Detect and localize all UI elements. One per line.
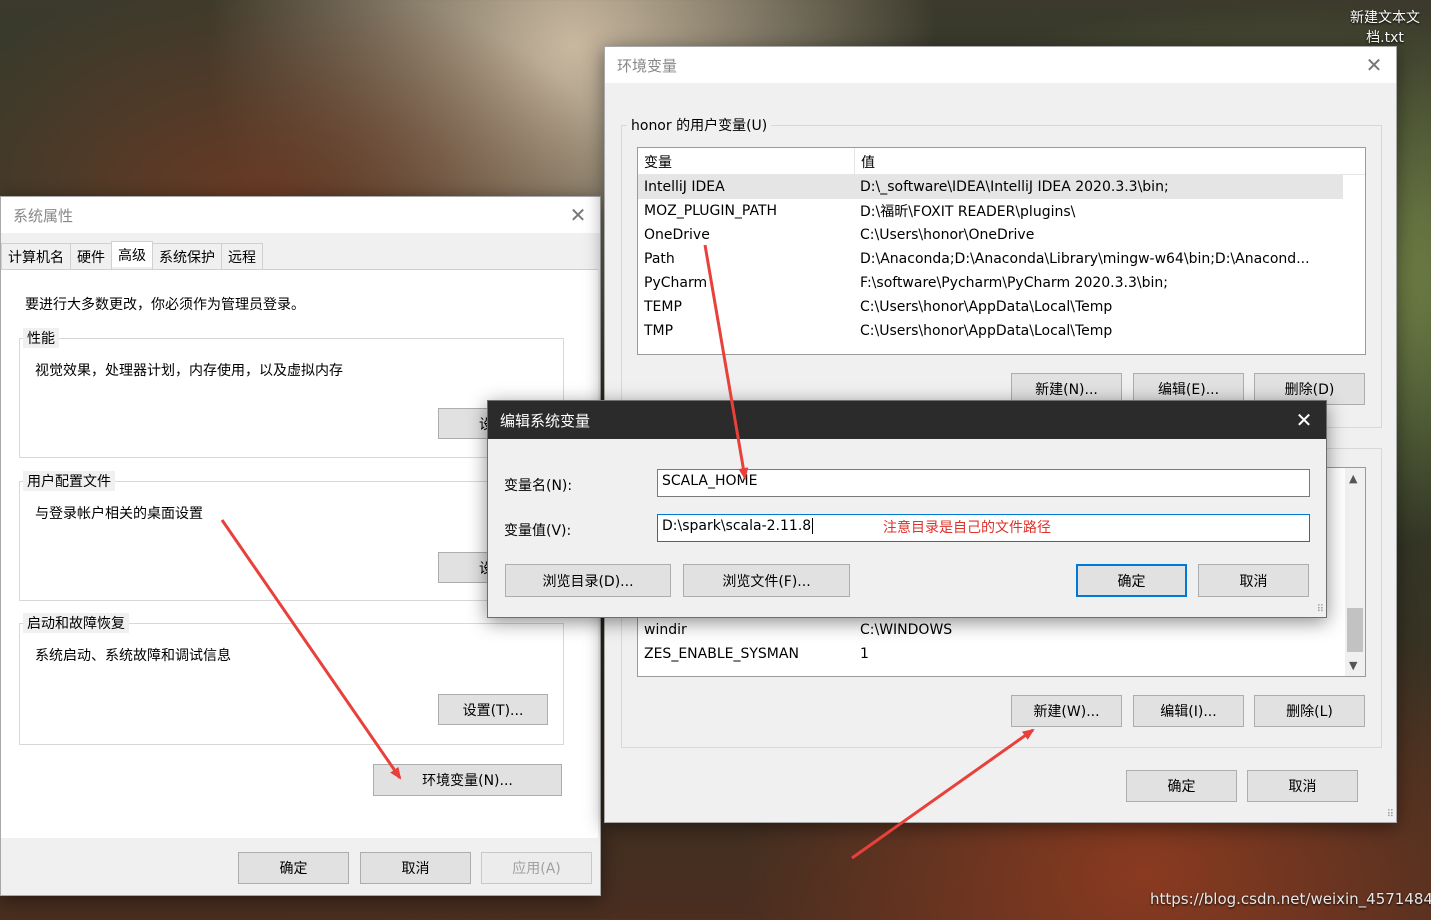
cancel-button[interactable]: 取消: [360, 852, 471, 884]
list-item[interactable]: OneDrive C:\Users\honor\OneDrive: [638, 223, 1343, 247]
window-title: 环境变量: [617, 56, 678, 75]
startup-settings-button[interactable]: 设置(T)...: [438, 694, 548, 725]
vertical-scrollbar[interactable]: ▲ ▼: [1345, 468, 1365, 676]
admin-note: 要进行大多数更改，你必须作为管理员登录。: [25, 297, 305, 313]
variable-name-input[interactable]: SCALA_HOME: [657, 469, 1310, 497]
cancel-button[interactable]: 取消: [1198, 564, 1309, 597]
tab-computer-name[interactable]: 计算机名: [1, 243, 71, 269]
desktop-file-icon-label[interactable]: 新建文本文档.txt: [1340, 8, 1430, 48]
variable-value-text: D:\spark\scala-2.11.8: [662, 518, 812, 534]
list-item[interactable]: Path D:\Anaconda;D:\Anaconda\Library\ming…: [638, 247, 1343, 271]
scrollbar-thumb[interactable]: [1347, 608, 1363, 652]
window-title: 系统属性: [13, 206, 74, 225]
startup-recovery-desc: 系统启动、系统故障和调试信息: [35, 648, 231, 664]
system-delete-button[interactable]: 删除(L): [1254, 695, 1365, 727]
ok-button[interactable]: 确定: [1076, 564, 1187, 597]
user-variables-group-label: honor 的用户变量(U): [627, 115, 772, 135]
ok-button[interactable]: 确定: [238, 852, 349, 884]
user-variables-list[interactable]: 变量 值 IntelliJ IDEA D:\_software\IDEA\Inte…: [637, 147, 1366, 355]
user-profile-group: [19, 481, 564, 601]
startup-recovery-group: [19, 623, 564, 745]
tab-remote[interactable]: 远程: [221, 243, 263, 269]
user-profile-desc: 与登录帐户相关的桌面设置: [35, 506, 203, 522]
watermark: https://blog.csdn.net/weixin_45714844: [1150, 890, 1431, 908]
apply-button[interactable]: 应用(A): [481, 852, 592, 884]
close-icon[interactable]: ✕: [556, 197, 600, 233]
variable-value-label: 变量值(V):: [504, 523, 572, 539]
environment-variables-button[interactable]: 环境变量(N)...: [373, 764, 562, 796]
system-new-button[interactable]: 新建(W)...: [1011, 695, 1122, 727]
variable-name-label: 变量名(N):: [504, 478, 573, 494]
list-header: 变量 值: [638, 148, 1365, 175]
list-item[interactable]: ZES_ENABLE_SYSMAN 1: [638, 642, 1343, 666]
scroll-up-icon[interactable]: ▲: [1349, 472, 1357, 485]
tab-hardware[interactable]: 硬件: [70, 243, 112, 269]
resize-grip-icon[interactable]: ⠿: [1387, 809, 1394, 820]
close-icon[interactable]: ✕: [1352, 47, 1396, 83]
list-body: IntelliJ IDEA D:\_software\IDEA\IntelliJ …: [638, 175, 1343, 343]
list-item[interactable]: PyCharm F:\software\Pycharm\PyCharm 2020.…: [638, 271, 1343, 295]
annotation-note: 注意目录是自己的文件路径: [883, 520, 1051, 536]
user-profile-group-label: 用户配置文件: [23, 471, 115, 491]
cancel-button[interactable]: 取消: [1247, 770, 1358, 802]
column-header-value[interactable]: 值: [855, 148, 881, 174]
tab-bar: 计算机名 硬件 高级 系统保护 远程: [1, 241, 263, 269]
tab-advanced[interactable]: 高级: [111, 241, 153, 267]
scroll-down-icon[interactable]: ▼: [1349, 659, 1357, 672]
list-item[interactable]: MOZ_PLUGIN_PATH D:\福昕\FOXIT READER\plugin…: [638, 199, 1343, 223]
list-item[interactable]: IntelliJ IDEA D:\_software\IDEA\IntelliJ …: [638, 175, 1343, 199]
browse-directory-button[interactable]: 浏览目录(D)...: [505, 564, 671, 597]
edit-system-variable-dialog: 编辑系统变量 ✕ 变量名(N): SCALA_HOME 变量值(V): D:\s…: [487, 400, 1327, 618]
performance-desc: 视觉效果，处理器计划，内存使用，以及虚拟内存: [35, 363, 343, 379]
ok-button[interactable]: 确定: [1126, 770, 1237, 802]
list-item[interactable]: TEMP C:\Users\honor\AppData\Local\Temp: [638, 295, 1343, 319]
performance-group: [19, 338, 564, 458]
titlebar: 编辑系统变量 ✕: [488, 401, 1326, 439]
performance-group-label: 性能: [23, 328, 59, 348]
close-icon[interactable]: ✕: [1282, 401, 1326, 439]
resize-grip-icon[interactable]: ⠿: [1317, 604, 1324, 615]
tab-system-protection[interactable]: 系统保护: [152, 243, 222, 269]
column-header-variable[interactable]: 变量: [638, 148, 855, 174]
system-edit-button[interactable]: 编辑(I)...: [1133, 695, 1244, 727]
list-item[interactable]: TMP C:\Users\honor\AppData\Local\Temp: [638, 319, 1343, 343]
list-item[interactable]: windir C:\WINDOWS: [638, 618, 1343, 642]
list-body: windir C:\WINDOWS ZES_ENABLE_SYSMAN 1: [638, 618, 1343, 666]
titlebar: 环境变量 ✕: [605, 47, 1396, 83]
browse-file-button[interactable]: 浏览文件(F)...: [683, 564, 850, 597]
dialog-title: 编辑系统变量: [500, 411, 591, 430]
titlebar: 系统属性 ✕: [1, 197, 600, 233]
text-cursor: [812, 518, 814, 534]
startup-recovery-group-label: 启动和故障恢复: [23, 613, 129, 633]
